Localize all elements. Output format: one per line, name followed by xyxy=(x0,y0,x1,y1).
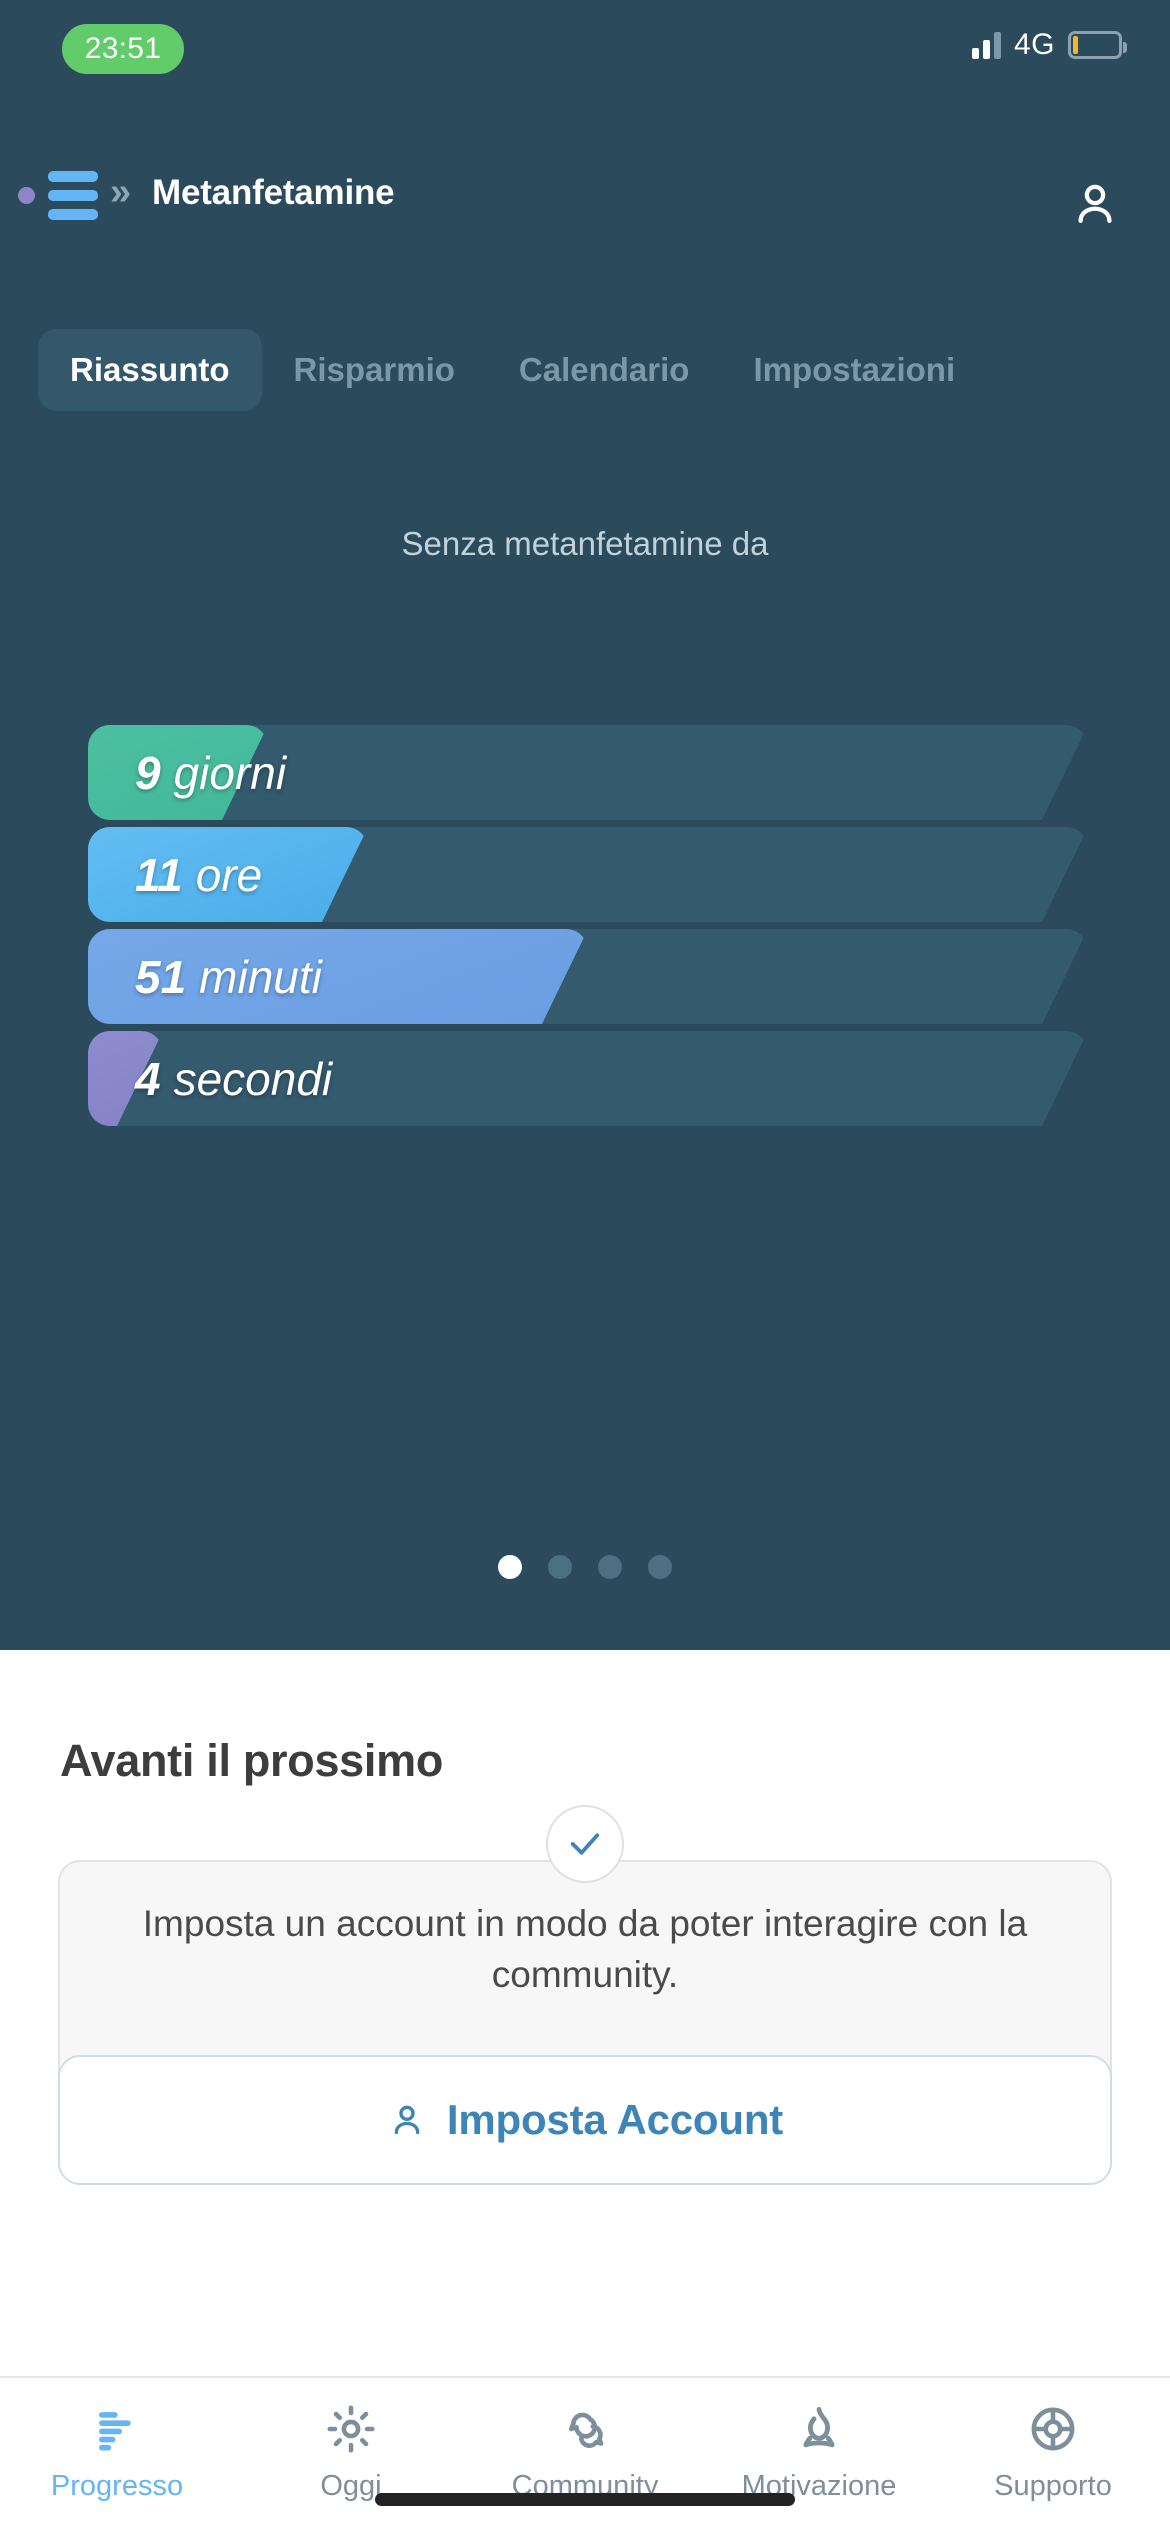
pagination-dot[interactable] xyxy=(548,1555,572,1579)
nav-item-progresso[interactable]: Progresso xyxy=(0,2402,234,2503)
pagination-dot[interactable] xyxy=(648,1555,672,1579)
counter-bar-seconds: 4 secondi xyxy=(0,1031,1170,1126)
status-time: 23:51 xyxy=(62,24,184,74)
bar-track xyxy=(88,1031,1088,1126)
sheet-title: Avanti il prossimo xyxy=(60,1735,444,1786)
chat-bubbles-icon xyxy=(560,2402,610,2456)
page-title: Metanfetamine xyxy=(152,173,395,212)
dark-hero-region: 23:51 4G » Metanfetamine Riassunto Rispa… xyxy=(0,0,1170,1650)
nav-item-oggi[interactable]: Oggi xyxy=(234,2402,468,2503)
tab-calendario[interactable]: Calendario xyxy=(487,329,722,411)
pagination-dot[interactable] xyxy=(598,1555,622,1579)
task-check-badge xyxy=(546,1805,624,1883)
home-indicator xyxy=(375,2493,795,2506)
profile-button[interactable] xyxy=(1058,167,1132,241)
nav-item-motivazione[interactable]: Motivazione xyxy=(702,2402,936,2503)
setup-account-button[interactable]: Imposta Account xyxy=(58,2055,1112,2185)
notification-dot-icon xyxy=(18,187,35,204)
bar-fill-hours xyxy=(88,827,368,922)
user-profile-icon xyxy=(394,2105,420,2135)
check-mark-icon xyxy=(570,1833,600,1855)
nav-item-community[interactable]: Community xyxy=(468,2402,702,2503)
tab-riassunto[interactable]: Riassunto xyxy=(38,329,262,411)
pagination-dot[interactable] xyxy=(498,1555,522,1579)
sun-icon xyxy=(326,2402,376,2456)
bottom-navigation: Progresso Oggi Community Motivazione Sup… xyxy=(0,2376,1170,2532)
counter-bar-minutes: 51 minuti xyxy=(0,929,1170,1024)
setup-account-label: Imposta Account xyxy=(446,2096,784,2143)
battery-low-icon xyxy=(1068,31,1127,59)
nav-label-progresso: Progresso xyxy=(50,2470,184,2502)
task-description: Imposta un account in modo da poter inte… xyxy=(142,1903,1028,1996)
hamburger-menu-button[interactable] xyxy=(18,171,98,220)
nav-label-supporto: Supporto xyxy=(994,2470,1112,2502)
counter-headline: Senza metanfetamine da xyxy=(401,525,769,562)
lifebuoy-icon xyxy=(1028,2402,1078,2456)
nav-item-supporto[interactable]: Supporto xyxy=(936,2402,1170,2503)
signal-bars-icon xyxy=(971,31,1001,59)
nav-header: » Metanfetamine xyxy=(0,155,1170,255)
carousel-pagination xyxy=(0,1555,1170,1579)
hamburger-menu-icon xyxy=(48,171,98,220)
app-screen: 23:51 4G » Metanfetamine Riassunto Rispa… xyxy=(0,0,1170,2532)
bar-chart-icon xyxy=(91,2402,143,2456)
section-tabs: Riassunto Risparmio Calendario Impostazi… xyxy=(0,320,1170,420)
network-type-label: 4G xyxy=(1013,28,1055,61)
tab-risparmio[interactable]: Risparmio xyxy=(262,329,487,411)
counter-bar-days: 9 giorni xyxy=(0,725,1170,820)
tab-impostazioni[interactable]: Impostazioni xyxy=(721,329,987,411)
user-profile-icon xyxy=(1078,184,1112,224)
status-bar: 23:51 4G xyxy=(0,0,1170,120)
next-up-sheet: Avanti il prossimo xyxy=(0,1650,1170,2376)
flame-icon xyxy=(794,2402,844,2456)
status-indicators: 4G xyxy=(971,28,1127,62)
double-chevron-right-icon: » xyxy=(110,171,131,213)
bar-fill-minutes xyxy=(88,929,588,1024)
nav-label-oggi: Oggi xyxy=(320,2470,382,2502)
counter-bars: 9 giorni 11 ore 51 minuti 4 secondi xyxy=(0,725,1170,1133)
counter-bar-hours: 11 ore xyxy=(0,827,1170,922)
